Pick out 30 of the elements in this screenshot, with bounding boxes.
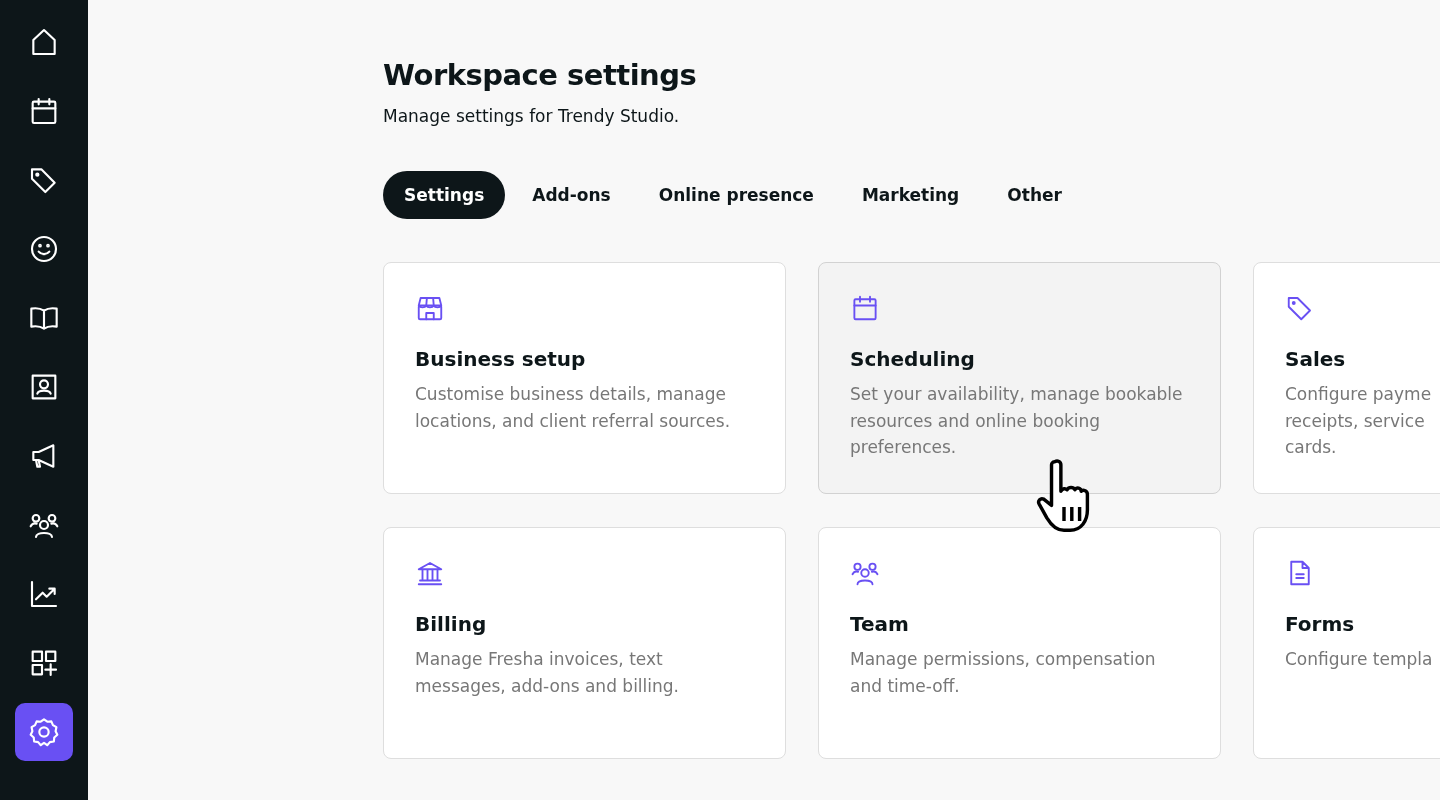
settings-card[interactable]: Business setup Customise business details, manage locations, and client referral sources. (383, 262, 786, 494)
card-title: Scheduling (850, 347, 976, 371)
tab[interactable]: Add-ons (511, 171, 632, 219)
settings-card[interactable]: Billing Manage Fresha invoices, text messages, add-ons and billing. (383, 527, 786, 759)
page-title: Workspace settings (383, 58, 698, 92)
smiley-icon (28, 233, 60, 265)
tab[interactable]: Marketing (840, 171, 981, 219)
card-description: Set your availability, manage bookable resources and online booking preferences. (850, 383, 1184, 459)
card-description: Configure payme receipts, service cards. (1285, 383, 1433, 459)
settings-icon (28, 716, 60, 748)
card-title: Team (850, 612, 910, 636)
settings-card[interactable]: Forms Configure templa (1253, 527, 1440, 759)
settings-card[interactable]: Scheduling Set your availability, manage bookable resources and online booking preferences. (818, 262, 1221, 494)
card-description: Configure templa (1285, 648, 1434, 671)
card-title: Billing (415, 612, 488, 636)
card-description: Manage Fresha invoices, text messages, add-ons and billing. (415, 648, 680, 698)
card-title: Business setup (415, 347, 587, 371)
page-subtitle: Manage settings for Trendy Studio. (383, 106, 681, 126)
card-description: Customise business details, manage locations, and client referral sources. (415, 383, 732, 433)
settings-card[interactable]: Sales Configure payme receipts, service cards. (1253, 262, 1440, 494)
tab[interactable]: Settings (383, 171, 506, 219)
card-title: Sales (1285, 347, 1347, 371)
tab[interactable]: Online presence (637, 171, 835, 219)
calendar-icon (850, 293, 880, 323)
card-description: Manage permissions, compensation and time-off. (850, 648, 1157, 698)
tab[interactable]: Other (986, 171, 1083, 219)
card-title: Forms (1285, 612, 1356, 636)
settings-card[interactable]: Team Manage permissions, compensation and time-off. (818, 527, 1221, 759)
chart-icon (28, 578, 60, 610)
nav-button[interactable] (15, 703, 73, 761)
